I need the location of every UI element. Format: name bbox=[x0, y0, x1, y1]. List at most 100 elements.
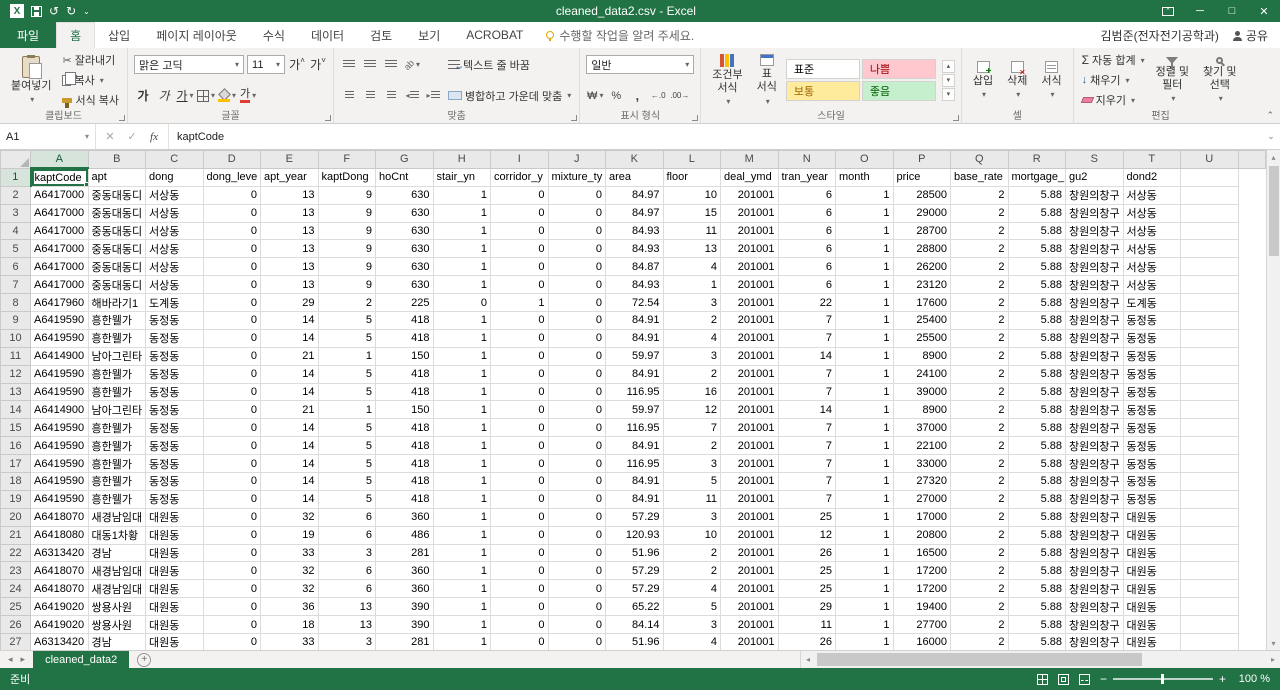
cell-H3[interactable]: 1 bbox=[432, 203, 491, 223]
cell-B27[interactable]: 경남 bbox=[87, 633, 146, 650]
row-header-14[interactable]: 14 bbox=[0, 400, 31, 420]
cell-J25[interactable]: 0 bbox=[547, 597, 606, 617]
cell-Q8[interactable]: 2 bbox=[950, 293, 1009, 313]
cell-C23[interactable]: 대원동 bbox=[145, 561, 204, 581]
autosum-button[interactable]: 자동 합계 bbox=[1080, 51, 1147, 69]
cell-B24[interactable]: 새경남임대 bbox=[87, 579, 146, 599]
cell-E5[interactable]: 13 bbox=[260, 239, 319, 259]
cell-J18[interactable]: 0 bbox=[547, 472, 606, 491]
cell-F20[interactable]: 6 bbox=[317, 507, 376, 527]
cell-B22[interactable]: 경남 bbox=[87, 543, 146, 563]
cell-I26[interactable]: 0 bbox=[490, 615, 549, 635]
cell-B13[interactable]: 흥한웰가 bbox=[87, 382, 146, 402]
tell-me-box[interactable]: 수행할 작업을 알려 주세요. bbox=[536, 22, 704, 48]
cell-M12[interactable]: 201001 bbox=[720, 364, 779, 384]
cell-I8[interactable]: 1 bbox=[490, 293, 549, 313]
cell-G26[interactable]: 390 bbox=[375, 615, 434, 635]
cell-C14[interactable]: 동정동 bbox=[145, 400, 204, 420]
cell-N24[interactable]: 25 bbox=[777, 579, 836, 599]
cell-I22[interactable]: 0 bbox=[490, 543, 549, 563]
cell-S11[interactable]: 창원의창구 bbox=[1065, 346, 1124, 366]
cell-O2[interactable]: 1 bbox=[835, 185, 894, 205]
cell-A21[interactable]: A6418080 bbox=[30, 525, 89, 545]
cell-D20[interactable]: 0 bbox=[202, 507, 261, 527]
cell-T9[interactable]: 동정동 bbox=[1122, 311, 1181, 330]
cell-H20[interactable]: 1 bbox=[432, 507, 491, 527]
cell-O25[interactable]: 1 bbox=[835, 597, 894, 617]
cell-K27[interactable]: 51.96 bbox=[605, 633, 664, 650]
undo-icon[interactable]: ↺ bbox=[49, 5, 59, 17]
cell-O6[interactable]: 1 bbox=[835, 257, 894, 277]
cell-G20[interactable]: 360 bbox=[375, 507, 434, 527]
cell-P26[interactable]: 27700 bbox=[892, 615, 951, 635]
cell-P1[interactable]: price bbox=[892, 167, 951, 187]
cell-N5[interactable]: 6 bbox=[777, 239, 836, 259]
cell-P14[interactable]: 8900 bbox=[892, 400, 951, 420]
column-header-H[interactable]: H bbox=[432, 150, 491, 169]
cell-M15[interactable]: 201001 bbox=[720, 418, 779, 438]
new-sheet-button[interactable]: + bbox=[137, 652, 152, 667]
cell-E10[interactable]: 14 bbox=[260, 328, 319, 348]
cell-K21[interactable]: 120.93 bbox=[605, 525, 664, 545]
cell-R26[interactable]: 5.88 bbox=[1007, 615, 1066, 635]
name-box-caret-icon[interactable]: ▾ bbox=[85, 132, 89, 141]
cell-S10[interactable]: 창원의창구 bbox=[1065, 328, 1124, 348]
cell-F5[interactable]: 9 bbox=[317, 239, 376, 259]
cell-Q11[interactable]: 2 bbox=[950, 346, 1009, 366]
cell-D11[interactable]: 0 bbox=[202, 346, 261, 366]
cell-Q9[interactable]: 2 bbox=[950, 311, 1009, 330]
cell-L9[interactable]: 2 bbox=[662, 311, 721, 330]
cell-F16[interactable]: 5 bbox=[317, 436, 376, 456]
cell-T2[interactable]: 서상동 bbox=[1122, 185, 1181, 205]
cell-T18[interactable]: 동정동 bbox=[1122, 472, 1181, 491]
cell-K26[interactable]: 84.14 bbox=[605, 615, 664, 635]
cell-G24[interactable]: 360 bbox=[375, 579, 434, 599]
cell-C6[interactable]: 서상동 bbox=[145, 257, 204, 277]
cell-O19[interactable]: 1 bbox=[835, 489, 894, 509]
row-header-5[interactable]: 5 bbox=[0, 239, 31, 259]
cell-T25[interactable]: 대원동 bbox=[1122, 597, 1181, 617]
cell-A20[interactable]: A6418070 bbox=[30, 507, 89, 527]
cell-B23[interactable]: 새경남임대 bbox=[87, 561, 146, 581]
cell-D10[interactable]: 0 bbox=[202, 328, 261, 348]
cell-T3[interactable]: 서상동 bbox=[1122, 203, 1181, 223]
cell-L1[interactable]: floor bbox=[662, 167, 721, 187]
cell-G14[interactable]: 150 bbox=[375, 400, 434, 420]
cell-B10[interactable]: 흥한웰가 bbox=[87, 328, 146, 348]
cell-M11[interactable]: 201001 bbox=[720, 346, 779, 366]
cell-P16[interactable]: 22100 bbox=[892, 436, 951, 456]
cell-B1[interactable]: apt bbox=[87, 167, 146, 187]
cell-M20[interactable]: 201001 bbox=[720, 507, 779, 527]
cell-F11[interactable]: 1 bbox=[317, 346, 376, 366]
column-header-N[interactable]: N bbox=[777, 150, 836, 169]
cell-P22[interactable]: 16500 bbox=[892, 543, 951, 563]
cell-H15[interactable]: 1 bbox=[432, 418, 491, 438]
cell-F4[interactable]: 9 bbox=[317, 221, 376, 241]
cell-R7[interactable]: 5.88 bbox=[1007, 275, 1066, 295]
cell-D24[interactable]: 0 bbox=[202, 579, 261, 599]
cell-G21[interactable]: 486 bbox=[375, 525, 434, 545]
cell-E2[interactable]: 13 bbox=[260, 185, 319, 205]
cell-C4[interactable]: 서상동 bbox=[145, 221, 204, 241]
row-header-27[interactable]: 27 bbox=[0, 633, 31, 650]
cell-S12[interactable]: 창원의창구 bbox=[1065, 364, 1124, 384]
cell-M7[interactable]: 201001 bbox=[720, 275, 779, 295]
cell-R12[interactable]: 5.88 bbox=[1007, 364, 1066, 384]
cell-R8[interactable]: 5.88 bbox=[1007, 293, 1066, 313]
cell-K4[interactable]: 84.93 bbox=[605, 221, 664, 241]
cell-C13[interactable]: 동정동 bbox=[145, 382, 204, 402]
number-dialog-launcher[interactable] bbox=[692, 115, 699, 121]
insert-function-icon[interactable]: fx bbox=[144, 127, 164, 147]
cell-Q13[interactable]: 2 bbox=[950, 382, 1009, 402]
cell-H12[interactable]: 1 bbox=[432, 364, 491, 384]
cell-B11[interactable]: 남아그린타 bbox=[87, 346, 146, 366]
cell-O15[interactable]: 1 bbox=[835, 418, 894, 438]
cell-D6[interactable]: 0 bbox=[202, 257, 261, 277]
cell-O14[interactable]: 1 bbox=[835, 400, 894, 420]
cell-E22[interactable]: 33 bbox=[260, 543, 319, 563]
cell-P20[interactable]: 17000 bbox=[892, 507, 951, 527]
cell-B16[interactable]: 흥한웰가 bbox=[87, 436, 146, 456]
column-header-A[interactable]: A bbox=[30, 150, 89, 170]
accounting-format-button[interactable] bbox=[586, 87, 604, 105]
cell-P17[interactable]: 33000 bbox=[892, 454, 951, 474]
